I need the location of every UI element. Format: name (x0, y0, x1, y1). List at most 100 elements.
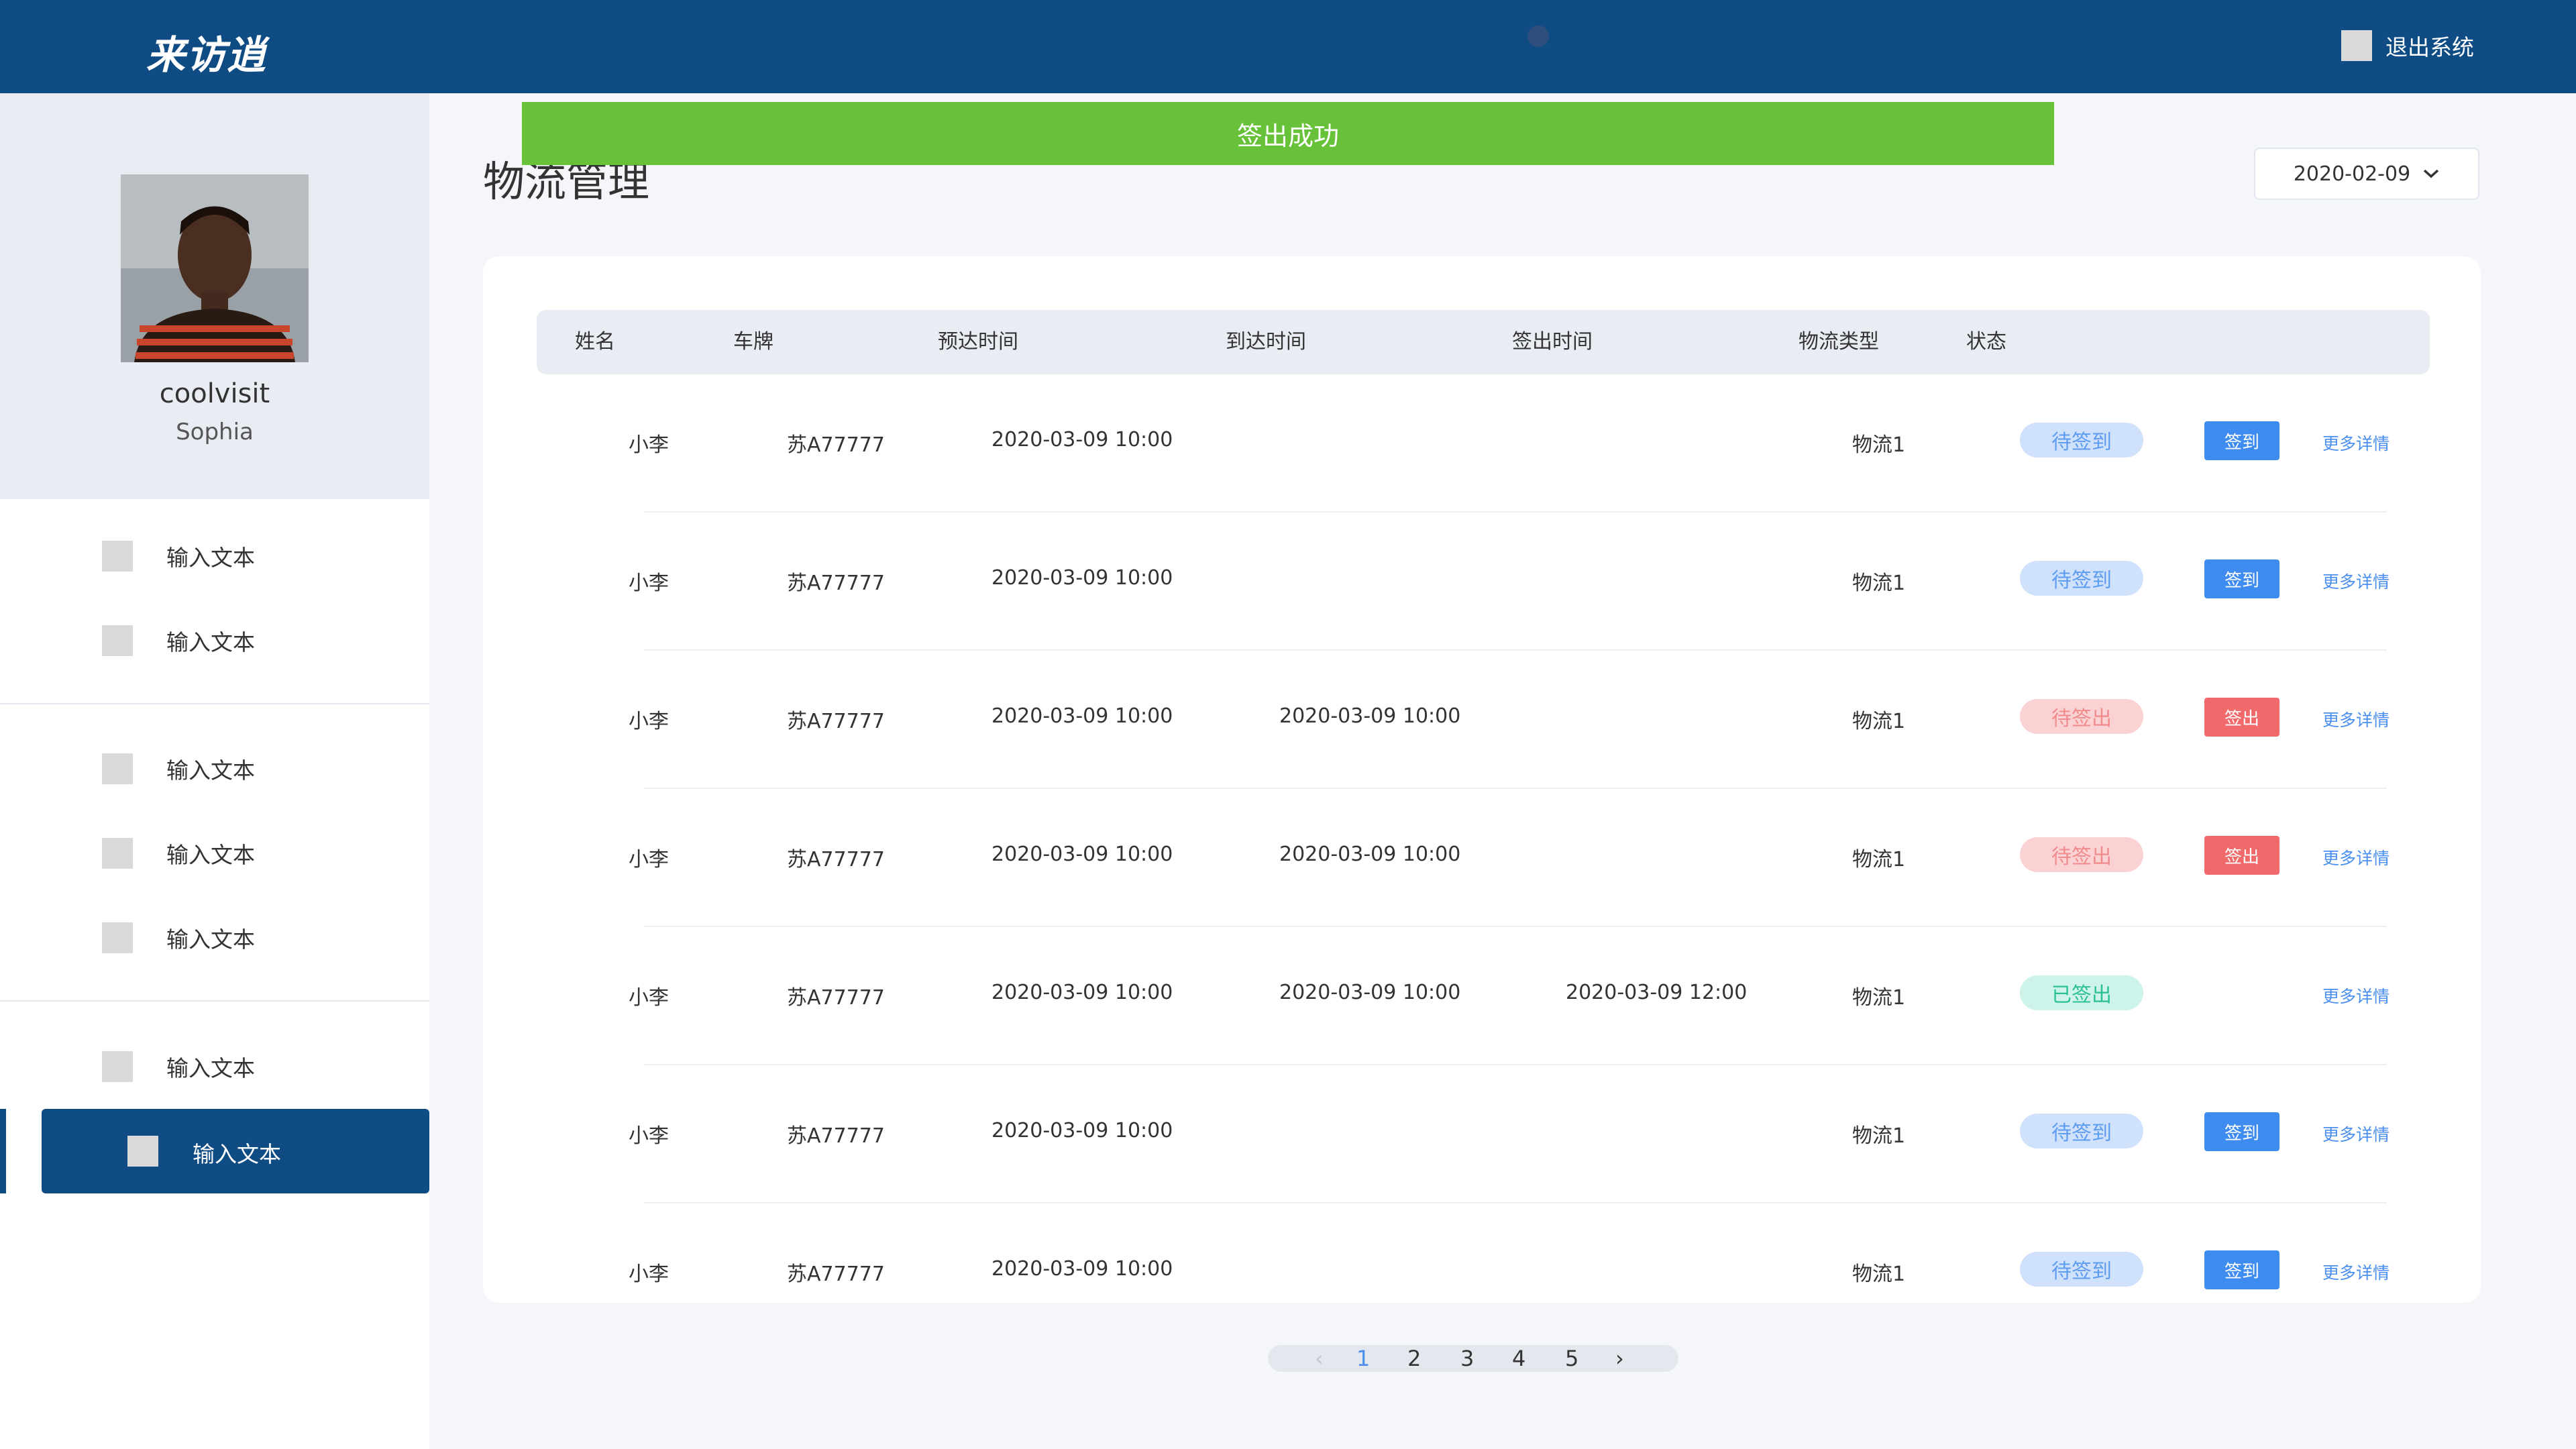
more-details-link[interactable]: 更多详情 (2322, 845, 2390, 869)
cell-name: 小李 (629, 572, 669, 595)
cell-name: 小李 (629, 433, 669, 457)
menu-item-icon (102, 838, 133, 869)
cell-name: 小李 (629, 986, 669, 1010)
date-picker[interactable]: 2020-02-09 (2254, 148, 2479, 200)
cell-plate: 苏A77777 (787, 710, 885, 733)
pagination: ‹ 1 2 3 4 5 › (1268, 1345, 1678, 1372)
cell-logistics-type: 物流1 (1852, 1263, 1906, 1286)
cell-logistics-type: 物流1 (1852, 572, 1906, 595)
page-3[interactable]: 3 (1460, 1345, 1474, 1372)
more-details-link[interactable]: 更多详情 (2322, 983, 2390, 1008)
avatar (121, 174, 309, 362)
more-details-link[interactable]: 更多详情 (2322, 431, 2390, 455)
user-subname: Sophia (176, 419, 254, 445)
top-bar: 来访逍 退出系统 (0, 0, 2576, 93)
sidebar-item-label: 输入文本 (166, 1055, 255, 1081)
table-card: 姓名 车牌 预达时间 到达时间 签出时间 物流类型 状态 小李 苏A77777 20… (483, 256, 2481, 1303)
table-row: 小李 苏A77777 2020-03-09 10:00 物流1 待签到 签到 更多详情 (483, 1065, 2481, 1203)
page-1[interactable]: 1 (1356, 1345, 1370, 1372)
table-row: 小李 苏A77777 2020-03-09 10:00 2020-03-09 10:0… (483, 651, 2481, 789)
menu-item-icon (102, 541, 133, 572)
sidebar-item-label: 输入文本 (166, 629, 255, 655)
menu-item-icon (102, 753, 133, 784)
cell-expected-time: 2020-03-09 10:00 (991, 566, 1173, 590)
status-badge: 待签到 (2020, 561, 2143, 596)
cell-expected-time: 2020-03-09 10:00 (991, 428, 1173, 451)
cell-logistics-type: 物流1 (1852, 986, 1906, 1010)
status-badge: 待签出 (2020, 837, 2143, 872)
cell-arrived-time: 2020-03-09 10:00 (1279, 981, 1461, 1004)
cell-plate: 苏A77777 (787, 986, 885, 1010)
sign-in-button[interactable]: 签到 (2204, 421, 2279, 460)
sign-in-button[interactable]: 签到 (2204, 1112, 2279, 1151)
cell-expected-time: 2020-03-09 10:00 (991, 981, 1173, 1004)
cell-plate: 苏A77777 (787, 1263, 885, 1286)
sidebar-item-label: 输入文本 (166, 842, 255, 868)
cell-logistics-type: 物流1 (1852, 848, 1906, 871)
more-details-link[interactable]: 更多详情 (2322, 1260, 2390, 1284)
sidebar-item[interactable]: 输入文本 (0, 727, 429, 811)
more-details-link[interactable]: 更多详情 (2322, 707, 2390, 731)
cell-signout-time: 2020-03-09 12:00 (1566, 981, 1748, 1004)
status-badge: 待签到 (2020, 423, 2143, 458)
menu-item-icon (102, 1051, 133, 1082)
more-details-link[interactable]: 更多详情 (2322, 1122, 2390, 1146)
column-header: 车牌 (733, 330, 773, 354)
next-page-icon[interactable]: › (1615, 1345, 1624, 1372)
sign-in-button[interactable]: 签到 (2204, 1250, 2279, 1289)
table-row: 小李 苏A77777 2020-03-09 10:00 2020-03-09 10:0… (483, 789, 2481, 927)
sidebar: coolvisit Sophia 输入文本 输入文本 输入文本 输入文本 输入文… (0, 93, 429, 1449)
status-badge: 已签出 (2020, 975, 2143, 1010)
status-badge: 待签到 (2020, 1252, 2143, 1287)
cell-logistics-type: 物流1 (1852, 1124, 1906, 1148)
sign-out-button[interactable]: 签出 (2204, 836, 2279, 875)
cell-name: 小李 (629, 848, 669, 871)
sidebar-item[interactable]: 输入文本 (0, 811, 429, 896)
sidebar-item-label: 输入文本 (166, 757, 255, 784)
sidebar-item[interactable]: 输入文本 (0, 514, 429, 598)
page-5[interactable]: 5 (1565, 1345, 1578, 1372)
logo: 来访逍 (146, 32, 268, 78)
column-header: 预达时间 (938, 330, 1018, 354)
menu-item-icon (102, 625, 133, 656)
table-row: 小李 苏A77777 2020-03-09 10:00 物流1 待签到 签到 更多详情 (483, 374, 2481, 513)
status-dot-icon (1527, 25, 1549, 47)
cell-expected-time: 2020-03-09 10:00 (991, 1257, 1173, 1281)
page-4[interactable]: 4 (1512, 1345, 1525, 1372)
active-marker (0, 1109, 6, 1193)
cell-expected-time: 2020-03-09 10:00 (991, 704, 1173, 728)
status-badge: 待签出 (2020, 699, 2143, 734)
cell-plate: 苏A77777 (787, 572, 885, 595)
sidebar-item-label: 输入文本 (166, 545, 255, 571)
logout-icon (2341, 30, 2372, 61)
column-header: 物流类型 (1799, 330, 1879, 354)
column-header: 姓名 (575, 330, 615, 354)
cell-arrived-time: 2020-03-09 10:00 (1279, 843, 1461, 866)
more-details-link[interactable]: 更多详情 (2322, 569, 2390, 593)
cell-plate: 苏A77777 (787, 848, 885, 871)
sign-in-button[interactable]: 签到 (2204, 559, 2279, 598)
chevron-down-icon (2424, 169, 2439, 178)
user-name: coolvisit (159, 378, 270, 409)
cell-logistics-type: 物流1 (1852, 710, 1906, 733)
cell-plate: 苏A77777 (787, 1124, 885, 1148)
sign-out-button[interactable]: 签出 (2204, 698, 2279, 737)
table-row: 小李 苏A77777 2020-03-09 10:00 物流1 待签到 签到 更多详情 (483, 1203, 2481, 1303)
cell-arrived-time: 2020-03-09 10:00 (1279, 704, 1461, 728)
sidebar-item[interactable]: 输入文本 (0, 896, 429, 980)
divider (0, 1000, 429, 1002)
sidebar-item-active[interactable]: 输入文本 (42, 1109, 429, 1193)
profile-panel: coolvisit Sophia (0, 93, 429, 499)
menu-item-icon (102, 922, 133, 953)
cell-expected-time: 2020-03-09 10:00 (991, 1119, 1173, 1142)
prev-page-icon[interactable]: ‹ (1315, 1345, 1324, 1372)
sidebar-item[interactable]: 输入文本 (0, 598, 429, 683)
sidebar-item-label: 输入文本 (193, 1141, 281, 1167)
toast-text: 签出成功 (1236, 121, 1339, 151)
cell-expected-time: 2020-03-09 10:00 (991, 843, 1173, 866)
page-2[interactable]: 2 (1407, 1345, 1421, 1372)
logout-button[interactable]: 退出系统 (2341, 30, 2474, 62)
menu-item-icon (127, 1136, 158, 1167)
divider (0, 703, 429, 704)
sidebar-item[interactable]: 输入文本 (0, 1024, 429, 1109)
